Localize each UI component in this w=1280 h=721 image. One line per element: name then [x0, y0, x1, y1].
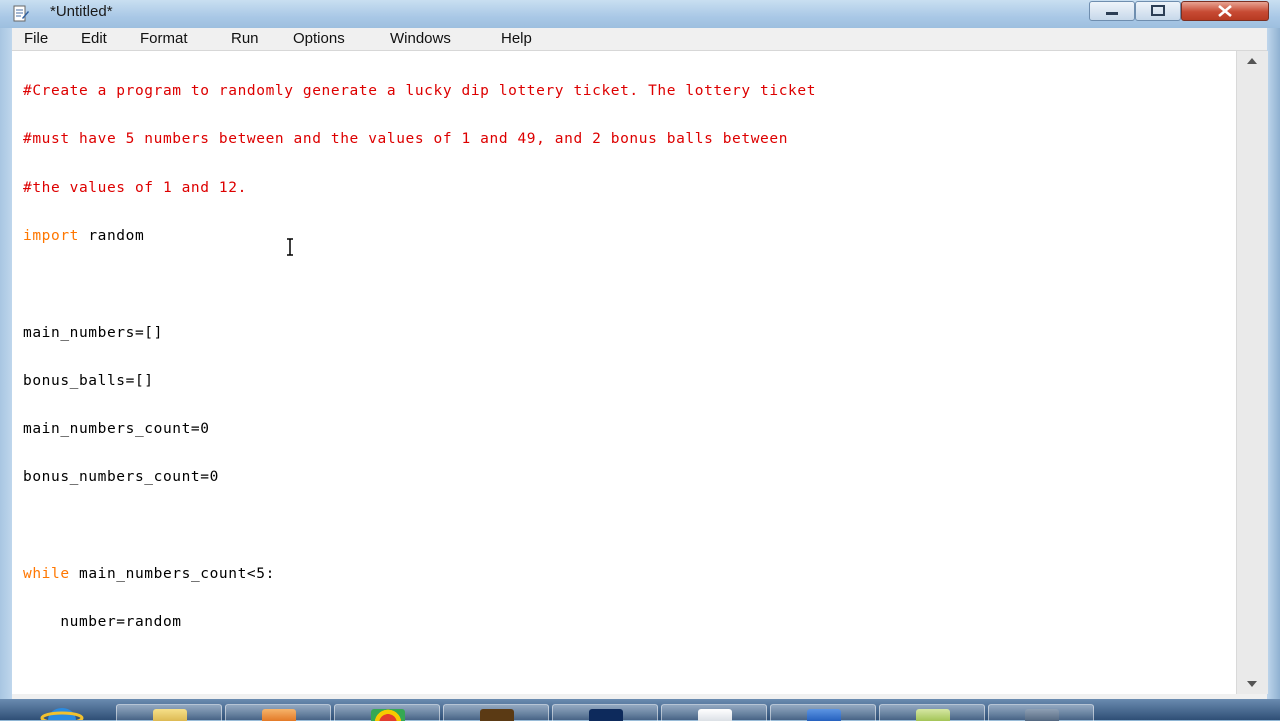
- menu-file[interactable]: File: [24, 30, 48, 47]
- word-icon: [807, 709, 841, 721]
- menu-format[interactable]: Format: [140, 30, 188, 47]
- code-editor[interactable]: #Create a program to randomly generate a…: [12, 51, 1236, 694]
- media-player-icon: [262, 709, 296, 721]
- document-icon: [698, 709, 732, 721]
- idle-document-icon: [13, 5, 29, 22]
- taskbar-button-media[interactable]: [225, 704, 331, 721]
- code-line: number=random: [23, 614, 182, 631]
- code-text-segment: main_numbers_count<5:: [69, 566, 275, 582]
- menu-edit[interactable]: Edit: [81, 30, 107, 47]
- taskbar-button-mail[interactable]: [879, 704, 985, 721]
- menu-bar: File Edit Format Run Options Windows Hel…: [12, 28, 1267, 51]
- taskbar-button-word[interactable]: [770, 704, 876, 721]
- code-line: bonus_balls=[]: [23, 372, 154, 389]
- mail-icon: [916, 709, 950, 721]
- taskbar: [0, 699, 1280, 721]
- window-frame-right: [1267, 28, 1280, 720]
- file-explorer-icon: [153, 709, 187, 721]
- code-line: main_numbers=[]: [23, 324, 163, 341]
- close-button[interactable]: [1181, 1, 1269, 21]
- taskbar-button-python[interactable]: [988, 704, 1094, 721]
- window-frame-left: [0, 28, 12, 720]
- code-line: import random: [23, 228, 816, 244]
- menu-run[interactable]: Run: [231, 30, 259, 47]
- code-line: while main_numbers_count<5:: [23, 566, 816, 582]
- taskbar-button-photoshop[interactable]: [552, 704, 658, 721]
- code-line-empty: [23, 518, 816, 534]
- code-text-segment: random: [78, 228, 145, 245]
- taskbar-button-chrome[interactable]: [334, 704, 440, 721]
- code-text[interactable]: #Create a program to randomly generate a…: [23, 51, 816, 663]
- menu-windows[interactable]: Windows: [390, 30, 451, 47]
- title-bar[interactable]: *Untitled*: [0, 0, 1280, 28]
- close-icon: [1218, 5, 1232, 17]
- taskbar-button-bridge[interactable]: [443, 704, 549, 721]
- menu-options[interactable]: Options: [293, 30, 345, 47]
- taskbar-button-document[interactable]: [661, 704, 767, 721]
- scroll-up-icon[interactable]: [1240, 54, 1264, 68]
- vertical-scrollbar[interactable]: [1236, 51, 1268, 694]
- scroll-down-icon[interactable]: [1240, 677, 1264, 691]
- menu-help[interactable]: Help: [501, 30, 532, 47]
- photoshop-icon: [589, 709, 623, 721]
- code-line: #must have 5 numbers between and the val…: [23, 131, 789, 148]
- maximize-button[interactable]: [1135, 1, 1181, 21]
- code-line: #the values of 1 and 12.: [23, 179, 247, 196]
- i-beam-cursor-icon: [287, 238, 293, 256]
- bridge-icon: [480, 709, 514, 721]
- python-icon: [1025, 709, 1059, 721]
- chrome-icon: [371, 709, 405, 721]
- code-line: #Create a program to randomly generate a…: [23, 83, 817, 100]
- taskbar-button-explorer[interactable]: [116, 704, 222, 721]
- keyword: import: [23, 228, 79, 245]
- code-line-empty: [23, 276, 816, 292]
- window-title: *Untitled*: [50, 3, 113, 20]
- minimize-button[interactable]: [1089, 1, 1135, 21]
- code-line: main_numbers_count=0: [23, 421, 210, 438]
- maximize-icon: [1151, 5, 1165, 16]
- code-line: bonus_numbers_count=0: [23, 469, 219, 486]
- keyword: while: [23, 566, 70, 582]
- internet-explorer-icon[interactable]: [38, 704, 86, 720]
- minimize-icon: [1106, 12, 1118, 15]
